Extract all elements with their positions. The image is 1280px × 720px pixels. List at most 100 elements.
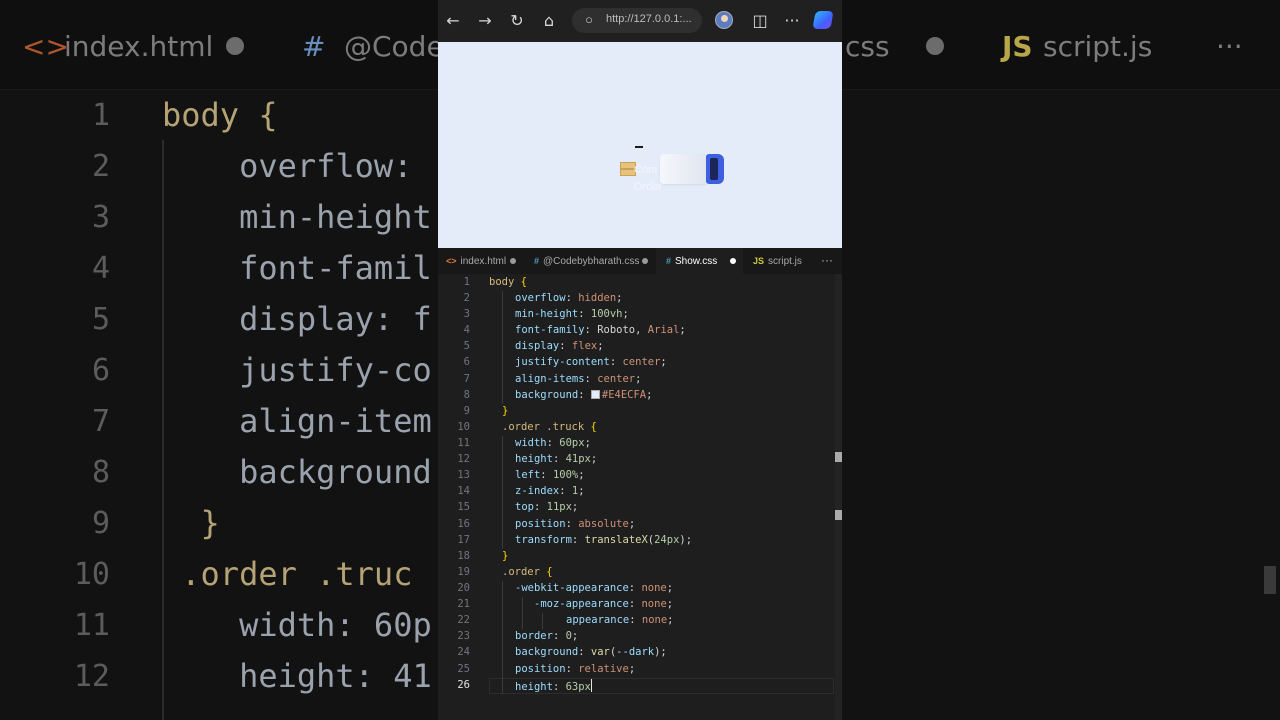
line-number: 17 <box>457 534 470 546</box>
tab-script-js[interactable]: JS script.js <box>743 248 813 274</box>
line-number: 14 <box>457 485 470 497</box>
line-number: 23 <box>457 630 470 642</box>
line-number: 1 <box>91 98 110 133</box>
tab-index-html[interactable]: <> index.html <box>438 248 526 274</box>
code-line: display: flex; <box>515 340 604 352</box>
code-line: font-family: Roboto, Arial; <box>515 324 686 336</box>
code-line: background: var(--dark); <box>515 646 667 658</box>
line-number: 8 <box>463 389 470 401</box>
code-line: .order .truck { <box>502 421 597 433</box>
line-number: 2 <box>463 292 470 304</box>
background-code-line: justify-co <box>162 351 432 389</box>
background-code-line: } <box>162 504 220 542</box>
css-file-icon: # <box>666 256 672 266</box>
color-swatch[interactable] <box>590 390 600 399</box>
code-line: background: #E4ECFA; <box>515 389 653 401</box>
line-number: 7 <box>91 404 110 439</box>
line-number: 6 <box>463 356 470 368</box>
line-number: 11 <box>457 437 470 449</box>
truck-body <box>660 154 708 184</box>
modified-dot-icon <box>510 258 516 264</box>
code-line: align-items: center; <box>515 373 642 385</box>
line-number: 12 <box>457 453 470 465</box>
line-number: 10 <box>457 421 470 433</box>
js-file-icon: JS <box>753 256 765 266</box>
tab-label: Show.css <box>675 256 718 267</box>
more-options-icon[interactable]: ··· <box>782 11 802 31</box>
scroll-marker <box>835 452 842 462</box>
forward-arrow-icon[interactable]: → <box>475 11 495 31</box>
indent-guide <box>502 291 503 404</box>
code-line: width: 60px; <box>515 437 591 449</box>
code-line: left: 100%; <box>515 469 585 481</box>
dash-mark <box>635 146 643 148</box>
background-code-line: align-item <box>162 402 432 440</box>
modified-dot-icon <box>926 37 944 55</box>
address-bar[interactable]: ○ http://127.0.0.1:... <box>572 8 702 33</box>
code-line: position: relative; <box>515 663 636 675</box>
preview-page: Com Order <box>438 42 842 248</box>
copilot-icon[interactable] <box>812 11 834 29</box>
line-number: 4 <box>463 324 470 336</box>
line-number: 3 <box>463 308 470 320</box>
code-line: z-index: 1; <box>515 485 585 497</box>
code-line: } <box>502 405 509 417</box>
more-icon: ··· <box>1216 30 1243 63</box>
tab-codebybharath-css[interactable]: # @Codebybharath.css <box>526 248 656 274</box>
modified-dot-icon <box>730 258 736 264</box>
vertical-scrollbar[interactable] <box>835 274 842 720</box>
code-line: overflow: hidden; <box>515 292 623 304</box>
indent-guide <box>522 597 523 629</box>
home-icon[interactable]: ⌂ <box>539 11 559 31</box>
background-code-line: overflow: <box>162 147 413 185</box>
more-actions-icon[interactable]: ··· <box>821 248 833 274</box>
css-file-icon: # <box>534 256 540 266</box>
line-number: 9 <box>463 405 470 417</box>
line-number: 13 <box>457 469 470 481</box>
line-number: 7 <box>463 373 470 385</box>
code-line: appearance: none; <box>566 614 674 626</box>
tab-label: @Codebybharath.css <box>543 256 640 267</box>
line-number: 21 <box>457 598 470 610</box>
background-tab-script-js: script.js <box>1043 30 1153 63</box>
line-number: 16 <box>457 518 470 530</box>
globe-icon: ○ <box>585 12 593 27</box>
modified-dot-icon <box>642 258 648 264</box>
line-number: 24 <box>457 646 470 658</box>
code-line: -moz-appearance: none; <box>534 598 674 610</box>
url-text: http://127.0.0.1:... <box>606 13 692 25</box>
js-file-icon: JS <box>1002 30 1033 63</box>
screen-capture: ← → ↻ ⌂ ○ http://127.0.0.1:... ◫ ··· Com… <box>438 0 842 720</box>
code-area[interactable]: 1 2 3 4 5 6 7 8 9 10 11 12 13 14 15 16 1… <box>438 274 842 720</box>
back-arrow-icon[interactable]: ← <box>443 11 463 31</box>
indent-guide <box>502 581 503 694</box>
background-code-line: .order .truc <box>162 555 413 593</box>
code-line: border: 0; <box>515 630 579 642</box>
code-line: transform: translateX(24px); <box>515 534 693 546</box>
browser-toolbar: ← → ↻ ⌂ ○ http://127.0.0.1:... ◫ ··· <box>438 0 842 42</box>
code-line: -webkit-appearance: none; <box>515 582 674 594</box>
background-code-line: body { <box>162 96 278 134</box>
line-number: 4 <box>91 251 110 286</box>
code-line: body { <box>489 276 527 288</box>
scroll-marker <box>835 510 842 520</box>
line-number: 8 <box>91 455 110 490</box>
code-line: top: 11px; <box>515 501 579 513</box>
html-file-icon: <> <box>446 256 457 266</box>
code-editor: <> index.html # @Codebybharath.css # Show.c… <box>438 248 842 720</box>
code-line: height: 41px; <box>515 453 598 465</box>
split-screen-icon[interactable]: ◫ <box>750 11 770 31</box>
line-number: 18 <box>457 550 470 562</box>
indent-guide <box>502 436 503 549</box>
background-tab-css: css <box>845 30 890 63</box>
background-code-line: width: 60p <box>162 606 432 644</box>
line-number: 19 <box>457 566 470 578</box>
editor-tab-bar: <> index.html # @Codebybharath.css # Show.c… <box>438 248 842 274</box>
line-number: 10 <box>73 557 110 592</box>
tab-show-css[interactable]: # Show.css <box>656 248 743 274</box>
background-code-line: display: f <box>162 300 432 338</box>
background-code-line: background <box>162 453 432 491</box>
background-tab-codebybharath: @Code <box>344 30 444 63</box>
profile-avatar[interactable] <box>715 11 733 29</box>
reload-icon[interactable]: ↻ <box>507 11 527 31</box>
